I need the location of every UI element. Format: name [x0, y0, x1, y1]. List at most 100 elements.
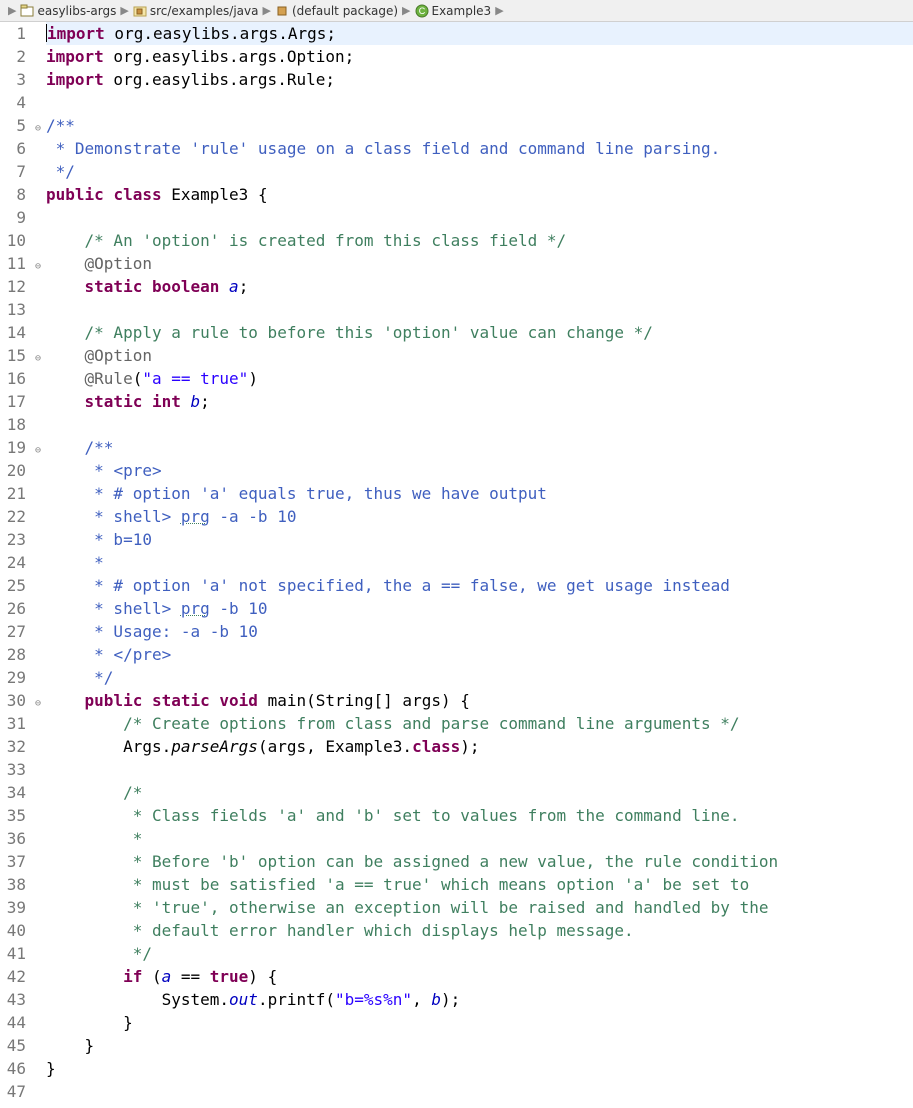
code-line[interactable]: * Demonstrate 'rule' usage on a class fi… — [46, 137, 913, 160]
line-number: 10 — [0, 229, 26, 252]
code-line[interactable]: * must be satisfied 'a == true' which me… — [46, 873, 913, 896]
line-number: 41 — [0, 942, 26, 965]
code-line[interactable] — [46, 206, 913, 229]
fold-marker — [32, 160, 44, 183]
fold-marker — [32, 275, 44, 298]
line-number: 38 — [0, 873, 26, 896]
code-line[interactable] — [46, 413, 913, 436]
code-line[interactable]: * — [46, 551, 913, 574]
fold-marker[interactable]: ⊖ — [32, 252, 44, 275]
line-number: 45 — [0, 1034, 26, 1057]
code-line[interactable]: * shell> prg -b 10 — [46, 597, 913, 620]
code-line[interactable]: public static void main(String[] args) { — [46, 689, 913, 712]
fold-marker — [32, 574, 44, 597]
fold-marker — [32, 137, 44, 160]
code-line[interactable]: * 'true', otherwise an exception will be… — [46, 896, 913, 919]
line-number: 32 — [0, 735, 26, 758]
fold-marker — [32, 620, 44, 643]
line-number: 2 — [0, 45, 26, 68]
breadcrumb-class[interactable]: C Example3 — [415, 4, 492, 18]
code-line[interactable]: static boolean a; — [46, 275, 913, 298]
code-line[interactable]: import org.easylibs.args.Args; — [46, 22, 913, 45]
code-line[interactable]: if (a == true) { — [46, 965, 913, 988]
fold-marker — [32, 666, 44, 689]
code-line[interactable]: } — [46, 1057, 913, 1080]
fold-marker[interactable]: ⊖ — [32, 344, 44, 367]
line-number: 6 — [0, 137, 26, 160]
line-number: 37 — [0, 850, 26, 873]
code-line[interactable]: @Option — [46, 344, 913, 367]
line-number: 43 — [0, 988, 26, 1011]
code-line[interactable]: * Before 'b' option can be assigned a ne… — [46, 850, 913, 873]
fold-marker[interactable]: ⊖ — [32, 114, 44, 137]
code-line[interactable]: */ — [46, 160, 913, 183]
breadcrumb-source-folder[interactable]: src/examples/java — [133, 4, 259, 18]
line-number: 47 — [0, 1080, 26, 1103]
code-line[interactable]: */ — [46, 942, 913, 965]
fold-marker — [32, 597, 44, 620]
code-line[interactable]: @Option — [46, 252, 913, 275]
chevron-right-icon: ▶ — [8, 4, 16, 17]
code-line[interactable]: * </pre> — [46, 643, 913, 666]
code-line[interactable]: /** — [46, 436, 913, 459]
fold-marker — [32, 298, 44, 321]
code-line[interactable]: System.out.printf("b=%s%n", b); — [46, 988, 913, 1011]
code-line[interactable]: @Rule("a == true") — [46, 367, 913, 390]
fold-gutter[interactable]: ⊖ ⊖ ⊖ ⊖ ⊖ — [32, 22, 44, 1103]
code-line[interactable] — [46, 91, 913, 114]
code-line[interactable]: } — [46, 1034, 913, 1057]
code-line[interactable]: * b=10 — [46, 528, 913, 551]
package-icon — [275, 4, 289, 18]
code-line[interactable] — [46, 298, 913, 321]
fold-marker[interactable]: ⊖ — [32, 436, 44, 459]
code-line[interactable]: * <pre> — [46, 459, 913, 482]
fold-marker — [32, 22, 44, 45]
fold-marker — [32, 206, 44, 229]
line-number: 31 — [0, 712, 26, 735]
fold-marker — [32, 873, 44, 896]
fold-marker — [32, 896, 44, 919]
breadcrumb-project[interactable]: easylibs-args — [20, 4, 116, 18]
fold-marker — [32, 551, 44, 574]
fold-marker — [32, 919, 44, 942]
fold-marker — [32, 183, 44, 206]
code-line[interactable]: /* — [46, 781, 913, 804]
line-number: 23 — [0, 528, 26, 551]
code-line[interactable]: Args.parseArgs(args, Example3.class); — [46, 735, 913, 758]
code-line[interactable]: */ — [46, 666, 913, 689]
code-line[interactable]: * # option 'a' equals true, thus we have… — [46, 482, 913, 505]
chevron-right-icon: ▶ — [120, 4, 128, 17]
code-area[interactable]: import org.easylibs.args.Args;import org… — [44, 22, 913, 1103]
breadcrumb: ▶ easylibs-args ▶ src/examples/java ▶ (d… — [0, 0, 913, 22]
line-number: 21 — [0, 482, 26, 505]
code-line[interactable]: /** — [46, 114, 913, 137]
code-editor[interactable]: 1234567891011121314151617181920212223242… — [0, 22, 913, 1103]
line-number: 24 — [0, 551, 26, 574]
code-line[interactable]: static int b; — [46, 390, 913, 413]
line-number: 33 — [0, 758, 26, 781]
fold-marker — [32, 942, 44, 965]
code-line[interactable]: } — [46, 1011, 913, 1034]
code-line[interactable]: * shell> prg -a -b 10 — [46, 505, 913, 528]
breadcrumb-label: Example3 — [432, 4, 492, 18]
line-number: 11 — [0, 252, 26, 275]
class-icon: C — [415, 4, 429, 18]
code-line[interactable]: import org.easylibs.args.Rule; — [46, 68, 913, 91]
code-line[interactable]: /* An 'option' is created from this clas… — [46, 229, 913, 252]
code-line[interactable]: * # option 'a' not specified, the a == f… — [46, 574, 913, 597]
code-line[interactable]: /* Create options from class and parse c… — [46, 712, 913, 735]
code-line[interactable]: * default error handler which displays h… — [46, 919, 913, 942]
line-number: 44 — [0, 1011, 26, 1034]
code-line[interactable] — [46, 1080, 913, 1103]
code-line[interactable]: * Usage: -a -b 10 — [46, 620, 913, 643]
chevron-right-icon: ▶ — [402, 4, 410, 17]
code-line[interactable]: public class Example3 { — [46, 183, 913, 206]
code-line[interactable]: * Class fields 'a' and 'b' set to values… — [46, 804, 913, 827]
fold-marker[interactable]: ⊖ — [32, 689, 44, 712]
code-line[interactable] — [46, 758, 913, 781]
breadcrumb-package[interactable]: (default package) — [275, 4, 398, 18]
code-line[interactable]: /* Apply a rule to before this 'option' … — [46, 321, 913, 344]
code-line[interactable]: * — [46, 827, 913, 850]
chevron-right-icon: ▶ — [263, 4, 271, 17]
code-line[interactable]: import org.easylibs.args.Option; — [46, 45, 913, 68]
